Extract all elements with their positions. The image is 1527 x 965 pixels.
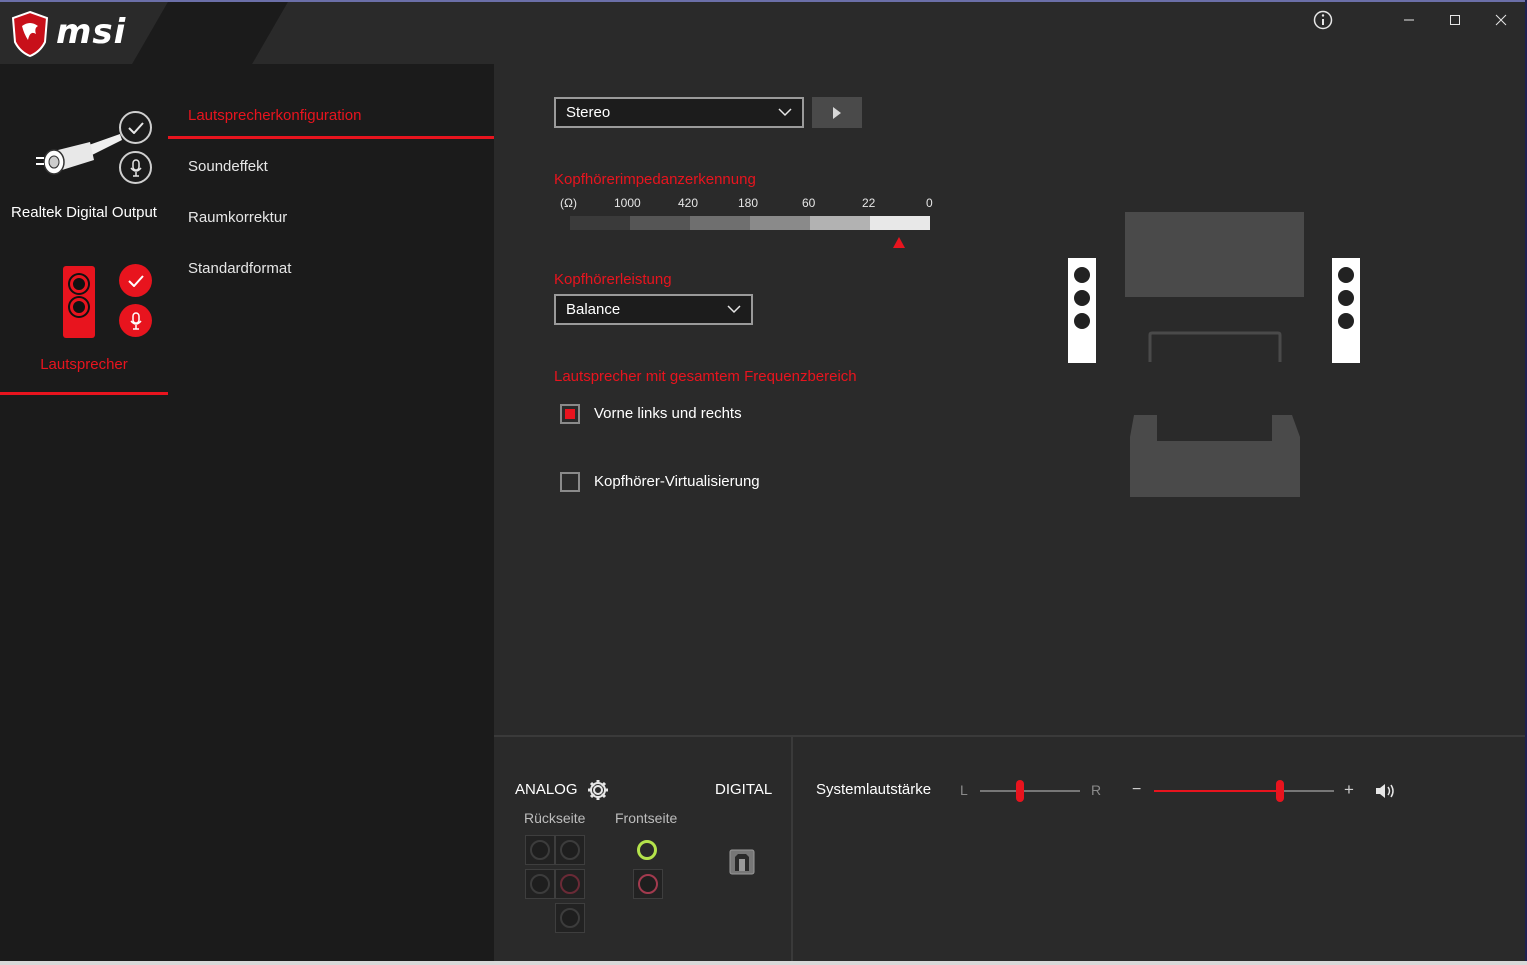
default-comm-device-mic-icon[interactable]: [119, 304, 152, 337]
impedance-scale-segment: [690, 216, 750, 230]
msi-dragon-shield-icon: [11, 10, 49, 58]
volume-increase-button[interactable]: +: [1344, 780, 1354, 800]
rear-jack-mic[interactable]: [555, 869, 585, 899]
connector-panel: ANALOG DIGITAL Rückseite Frontseite: [494, 735, 793, 961]
headphone-virtualization-checkbox[interactable]: [560, 472, 580, 492]
impedance-scale-segment: [630, 216, 690, 230]
default-device-check-icon[interactable]: [119, 264, 152, 297]
menu-item-lautsprecherkonfiguration[interactable]: Lautsprecherkonfiguration: [188, 107, 361, 124]
info-icon[interactable]: [1311, 10, 1335, 30]
digital-label: DIGITAL: [715, 781, 773, 798]
brand-logo-text: msi: [56, 12, 127, 52]
impedance-tick: 22: [862, 196, 876, 210]
impedance-scale-segment: [570, 216, 630, 230]
power-heading: Kopfhörerleistung: [554, 271, 672, 288]
front-jack-mic[interactable]: [633, 869, 663, 899]
headphone-power-value: Balance: [566, 301, 621, 318]
balance-right-label: R: [1091, 782, 1102, 798]
rear-jack[interactable]: [555, 835, 585, 865]
headphone-virtualization-label: Kopfhörer-Virtualisierung: [594, 473, 760, 490]
active-device-indicator: [0, 392, 168, 395]
rear-jack[interactable]: [525, 835, 555, 865]
window-frame-bottom: [0, 961, 1527, 965]
volume-decrease-button[interactable]: −: [1132, 781, 1141, 799]
play-icon: [833, 106, 841, 119]
front-left-right-label: Vorne links und rechts: [594, 405, 742, 422]
analog-label: ANALOG: [515, 781, 578, 798]
speaker-icon: [63, 266, 95, 338]
speaker-volume-icon[interactable]: [1375, 782, 1397, 800]
optical-port-icon[interactable]: [729, 849, 755, 875]
play-test-button[interactable]: [812, 97, 862, 128]
front-label: Frontseite: [615, 810, 678, 826]
menu-item-standardformat[interactable]: Standardformat: [188, 260, 291, 277]
balance-slider-thumb[interactable]: [1016, 780, 1024, 802]
impedance-tick: 1000: [614, 196, 641, 210]
chevron-down-icon: [727, 305, 741, 314]
fullrange-heading: Lautsprecher mit gesamtem Frequenzbereic…: [554, 368, 857, 385]
rear-label: Rückseite: [524, 810, 586, 826]
menu-item-soundeffekt[interactable]: Soundeffekt: [188, 158, 268, 175]
menu-item-raumkorrektur[interactable]: Raumkorrektur: [188, 209, 287, 226]
balance-slider-track[interactable]: [980, 790, 1080, 792]
balance-left-label: L: [960, 782, 968, 798]
impedance-tick: 0: [926, 196, 933, 210]
device-label: Lautsprecher: [40, 356, 128, 373]
impedance-scale-segment: [750, 216, 810, 230]
main-panel: Stereo Kopfhörerimpedanzerkennung (Ω) 10…: [494, 2, 1525, 735]
chevron-down-icon: [778, 108, 792, 117]
device-label: Realtek Digital Output: [11, 204, 157, 221]
impedance-unit: (Ω): [560, 196, 577, 210]
gear-icon[interactable]: [587, 779, 609, 801]
impedance-tick: 60: [802, 196, 816, 210]
volume-slider-fill: [1154, 790, 1280, 792]
headphone-power-select[interactable]: Balance: [554, 294, 753, 325]
device-realtek-digital-output[interactable]: Realtek Digital Output: [0, 100, 168, 240]
impedance-tick: 420: [678, 196, 699, 210]
front-left-right-checkbox[interactable]: [560, 404, 580, 424]
active-menu-indicator: [168, 136, 494, 139]
device-lautsprecher[interactable]: Lautsprecher: [0, 250, 168, 395]
speaker-room-illustration: [1068, 212, 1360, 497]
impedance-scale-segment: [870, 216, 930, 230]
rear-jack[interactable]: [555, 903, 585, 933]
volume-panel: Systemlautstärke L R − +: [793, 735, 1525, 961]
logo-band: msi: [0, 2, 494, 64]
minimize-icon[interactable]: [1397, 10, 1421, 30]
volume-slider-thumb[interactable]: [1276, 780, 1284, 802]
impedance-tick: 180: [738, 196, 759, 210]
settings-menu: Lautsprecherkonfiguration Soundeffekt Ra…: [168, 64, 494, 961]
system-volume-label: Systemlautstärke: [816, 781, 932, 798]
rear-jack[interactable]: [525, 869, 555, 899]
maximize-icon[interactable]: [1443, 10, 1467, 30]
speaker-config-select[interactable]: Stereo: [554, 97, 804, 128]
close-icon[interactable]: [1489, 10, 1513, 30]
speaker-config-value: Stereo: [566, 104, 611, 121]
default-device-check-icon[interactable]: [119, 111, 152, 144]
impedance-heading: Kopfhörerimpedanzerkennung: [554, 171, 756, 188]
impedance-indicator-icon: [893, 237, 905, 248]
default-comm-device-mic-icon[interactable]: [119, 151, 152, 184]
front-jack-headphone[interactable]: [637, 840, 657, 860]
digital-cable-icon: [36, 134, 122, 175]
impedance-scale-segment: [810, 216, 870, 230]
